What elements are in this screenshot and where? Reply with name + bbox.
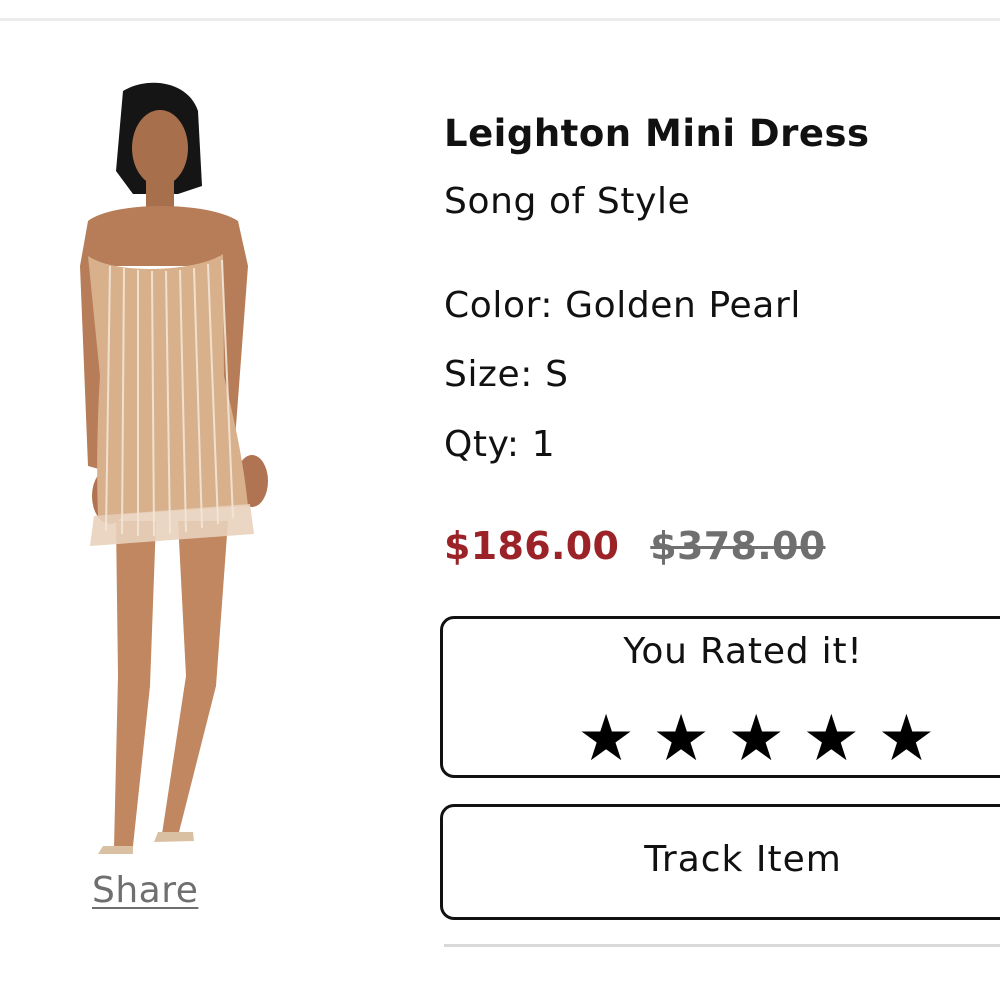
share-link[interactable]: Share — [92, 870, 198, 911]
star-icon-2[interactable]: ★ — [646, 707, 716, 771]
star-rating[interactable]: ★ ★ ★ ★ ★ — [571, 707, 941, 777]
track-item-button[interactable]: Track Item — [440, 804, 1000, 920]
product-size: Size: S — [444, 354, 569, 395]
rating-title: You Rated it! — [623, 631, 863, 672]
sale-price: $186.00 — [444, 524, 620, 568]
original-price: $378.00 — [650, 524, 826, 568]
price-row: $186.00 $378.00 — [444, 524, 825, 568]
brand-name: Song of Style — [444, 181, 691, 222]
product-image[interactable] — [28, 76, 308, 866]
product-quantity: Qty: 1 — [444, 424, 556, 465]
product-color: Color: Golden Pearl — [444, 285, 801, 326]
star-icon-3[interactable]: ★ — [721, 707, 791, 771]
rating-box: You Rated it! ★ ★ ★ ★ ★ — [440, 616, 1000, 778]
track-item-label: Track Item — [644, 839, 842, 880]
star-icon-5[interactable]: ★ — [871, 707, 941, 771]
product-details: Leighton Mini Dress Song of Style Color:… — [440, 0, 1000, 1000]
star-icon-1[interactable]: ★ — [571, 707, 641, 771]
dress-photo-illustration — [80, 82, 268, 854]
star-icon-4[interactable]: ★ — [796, 707, 866, 771]
product-title: Leighton Mini Dress — [444, 112, 870, 155]
bottom-divider — [444, 944, 1000, 947]
